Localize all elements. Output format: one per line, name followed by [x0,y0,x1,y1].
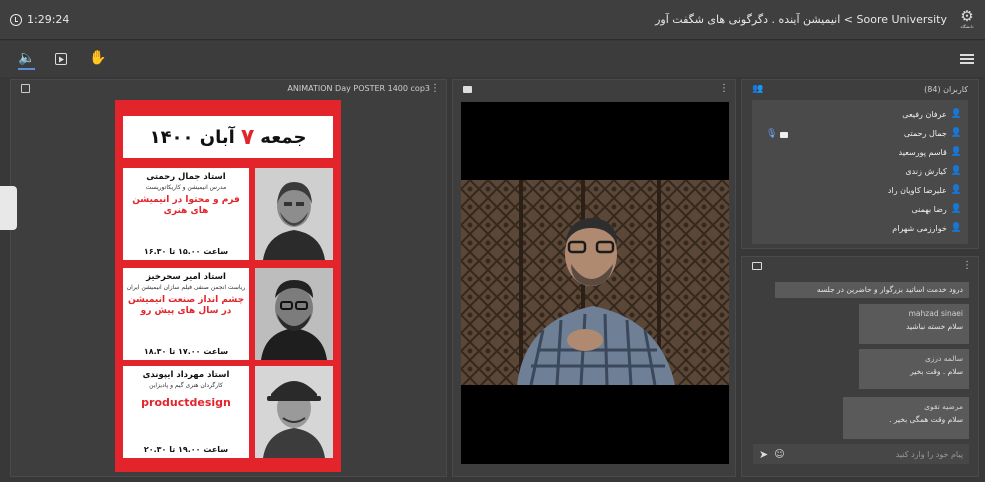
chat-message: درود خدمت اساتید بزرگوار و حاضرین در جلس… [775,282,969,298]
message-text: درود خدمت اساتید بزرگوار و حاضرین در جلس… [816,285,963,294]
clock-icon [10,13,22,26]
message-text: سلام خسته نباشید [906,322,963,331]
user-name: خوارزمی شهرام [892,223,947,233]
video-header: ⋮ [453,80,735,100]
message-sender: مرضیه تقوی [924,402,963,411]
user-icon: 👤 [950,185,962,195]
user-icon: 👤 [950,223,962,233]
presentation-header: ANIMATION Day POSTER 1400 cop3 ⋮ [11,80,446,100]
toolbar: 🔈 ✋ [0,41,985,77]
conference-window: 1:29:24 Soore University > انیمیشن آینده… [0,0,985,482]
chat-input-bar: ➤ ☺ پیام خود را وارد کنید [753,444,969,464]
message-text: سلام وقت همگی بخیر . [889,415,963,424]
presentation-toggle-icon[interactable] [21,84,30,93]
user-row[interactable]: 👤 عرفان رفیعی [902,106,962,122]
user-name: کیارش زندی [905,166,947,176]
sidebar-toggle-tab[interactable] [0,186,17,230]
chat-panel: ⋮ درود خدمت اساتید بزرگوار و حاضرین در ج… [741,256,979,477]
user-icon: 👤 [950,204,962,214]
users-panel: 👥 کاربران (84) 👤 عرفان رفیعی 👤 جمال رحمت… [741,79,979,249]
message-sender: mahzad sinaei [908,309,963,318]
speaker-photo [255,168,333,260]
user-icon: 👤 [950,109,962,119]
speaker-photo [255,366,333,458]
poster-month-year: آبان ۱۴۰۰ [149,126,235,148]
speaker-name: استاد امیر سحرخیز [146,272,226,282]
speaker-time: ساعت ۱۷.۰۰ تا ۱۸.۳۰ [143,347,229,356]
speaker-role: مدرس انیمیشن و کاریکاتوریست [145,184,227,191]
session-timer: 1:29:24 [10,13,69,26]
speaker-topic: productdesign [141,396,231,409]
user-row[interactable]: 👤 خوارزمی شهرام [892,220,962,236]
logo-icon: ⚙ [960,7,974,25]
top-bar: 1:29:24 Soore University > انیمیشن آینده… [0,0,985,40]
speaker-card: استاد جمال رحمتی مدرس انیمیشن و کاریکاتو… [123,168,333,260]
chat-message: مرضیه تقوی سلام وقت همگی بخیر . [843,397,969,439]
camera-icon [463,86,472,93]
speaker-topic: چشم انداز صنعت انیمیشن در سال های پیش رو [127,295,245,316]
user-name: جمال رحمتی [903,128,947,138]
menu-icon[interactable] [960,54,974,64]
kebab-menu-icon[interactable]: ⋮ [430,84,440,94]
user-icon: 👤 [950,166,962,176]
user-name: رضا بهمنی [911,204,947,214]
screen-share-icon[interactable] [55,53,67,65]
chat-message: سالمه درزی سلام . وقت بخیر [859,349,969,389]
speaker-role: کارگردان هنری گیم و پادیزاین [149,382,223,389]
chat-message: mahzad sinaei سلام خسته نباشید [859,304,969,344]
user-name: قاسم پورسعید [898,147,947,157]
chat-icon [752,262,762,270]
user-name: عرفان رفیعی [902,109,947,119]
university-logo: ⚙ دانشگاه [957,9,977,31]
poster-date: جمعه ۷ آبان ۱۴۰۰ [123,116,333,158]
users-header: 👥 کاربران (84) [742,80,978,100]
chat-input-field[interactable]: پیام خود را وارد کنید [896,450,963,459]
kebab-menu-icon[interactable]: ⋮ [962,261,972,271]
microphone-icon: 🎙 [766,129,778,139]
send-icon[interactable]: ➤ [759,448,768,461]
users-count-title: کاربران (84) [924,85,968,94]
speaker-name: استاد جمال رحمتی [146,172,226,182]
poster-day: جمعه [260,126,307,148]
speaker-icon[interactable]: 🔈 [18,51,36,70]
camera-on-icon [780,132,788,138]
speaker-card: استاد امیر سحرخیز ریاست انجمن صنفی فیلم … [123,268,333,360]
message-text: سلام . وقت بخیر [910,367,963,376]
user-row[interactable]: 👤 کیارش زندی [905,163,962,179]
users-list: 👤 عرفان رفیعی 👤 جمال رحمتی 🎙 👤 قاسم پورس… [752,100,968,244]
chat-header: ⋮ [742,257,978,277]
chat-messages: درود خدمت اساتید بزرگوار و حاضرین در جلس… [753,282,969,442]
speaker-info: استاد امیر سحرخیز ریاست انجمن صنفی فیلم … [123,268,249,360]
speaker-info: استاد مهرداد ایپوندی کارگردان هنری گیم و… [123,366,249,458]
speaker-card: استاد مهرداد ایپوندی کارگردان هنری گیم و… [123,366,333,458]
presentation-title: ANIMATION Day POSTER 1400 cop3 [287,84,430,93]
user-row[interactable]: 👤 قاسم پورسعید [899,144,962,160]
video-feed [461,102,729,464]
timer-text: 1:29:24 [27,13,70,26]
logo-caption: دانشگاه [960,24,974,29]
speaker-info: استاد جمال رحمتی مدرس انیمیشن و کاریکاتو… [123,168,249,260]
emoji-icon[interactable]: ☺ [774,449,784,460]
user-row[interactable]: 👤 علیرضا کاویان راد [888,182,962,198]
speaker-role: ریاست انجمن صنفی فیلم سازان انیمیشن ایرا… [126,284,246,291]
poster-day-number: ۷ [240,124,255,150]
speaker-time: ساعت ۱۹.۰۰ تا ۲۰.۳۰ [143,445,229,454]
video-frame [461,180,729,385]
kebab-menu-icon[interactable]: ⋮ [719,84,729,94]
message-sender: سالمه درزی [924,354,963,363]
user-row[interactable]: 👤 جمال رحمتی [904,125,962,141]
user-icon: 👤 [950,128,962,138]
speaker-topic: فرم و محتوا در انیمیشن های هنری [132,195,240,216]
user-icon: 👤 [950,147,962,157]
user-row[interactable]: 👤 رضا بهمنی [912,201,962,217]
user-name: علیرضا کاویان راد [887,185,947,195]
speaker-name: استاد مهرداد ایپوندی [142,370,230,380]
users-icon: 👥 [752,84,764,94]
speaker-photo [255,268,333,360]
event-poster: جمعه ۷ آبان ۱۴۰۰ استاد جمال رحمتی مدرس ا… [115,100,341,472]
speaker-time: ساعت ۱۵.۰۰ تا ۱۶.۳۰ [143,247,229,256]
session-title: Soore University > انیمیشن آینده . دگرگو… [655,13,947,26]
raise-hand-icon[interactable]: ✋ [89,51,106,65]
